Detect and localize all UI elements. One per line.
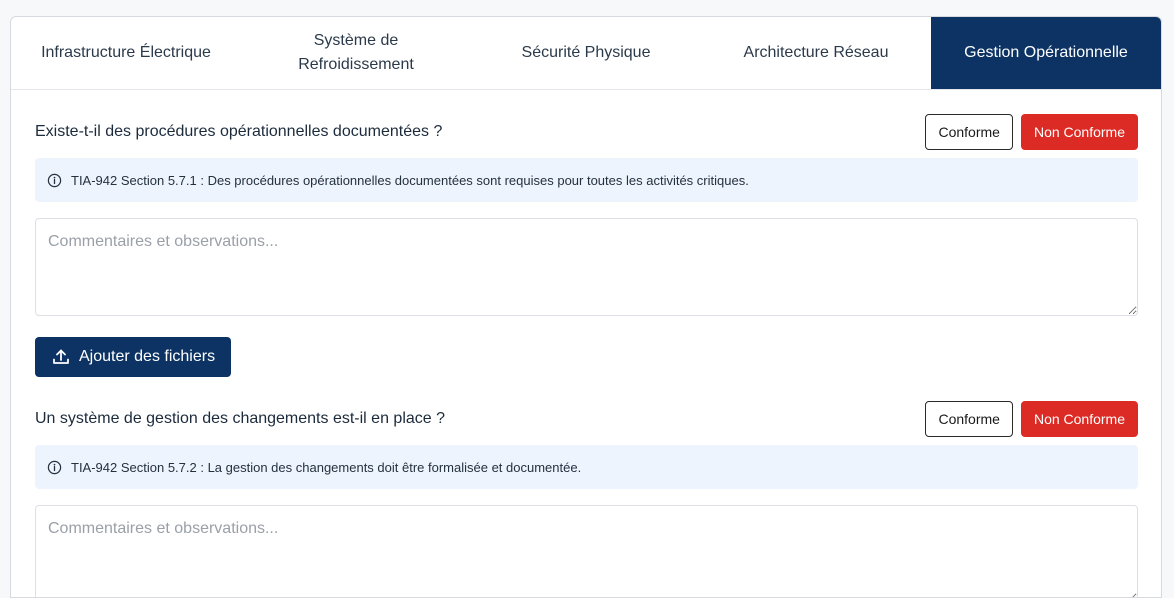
comment-field[interactable] [35,218,1138,316]
tab-content: Existe-t-il des procédures opérationnell… [11,114,1161,597]
add-files-label: Ajouter des fichiers [79,348,216,365]
tab-architecture-reseau[interactable]: Architecture Réseau [701,17,931,89]
comment-field[interactable] [35,505,1138,597]
question-block: Un système de gestion des changements es… [35,401,1138,597]
question-header: Un système de gestion des changements es… [35,401,1138,437]
conforme-button[interactable]: Conforme [925,114,1013,150]
tab-systeme-refroidissement[interactable]: Système de Refroidissement [241,17,471,89]
question-text: Un système de gestion des changements es… [35,410,446,427]
category-tabs: Infrastructure Électrique Système de Ref… [11,17,1161,90]
info-note: TIA-942 Section 5.7.2 : La gestion des c… [35,445,1138,489]
audit-panel: Infrastructure Électrique Système de Ref… [10,16,1162,598]
info-text: TIA-942 Section 5.7.1 : Des procédures o… [71,172,749,188]
question-text: Existe-t-il des procédures opérationnell… [35,123,443,140]
add-files-button[interactable]: Ajouter des fichiers [35,337,232,377]
info-text: TIA-942 Section 5.7.2 : La gestion des c… [71,459,582,475]
info-circle-icon [47,460,62,475]
non-conforme-button[interactable]: Non Conforme [1020,114,1138,150]
info-circle-icon [47,173,62,188]
tab-infrastructure-electrique[interactable]: Infrastructure Électrique [11,17,241,89]
conforme-button[interactable]: Conforme [925,401,1013,437]
info-note: TIA-942 Section 5.7.1 : Des procédures o… [35,158,1138,202]
compliance-buttons: Conforme Non Conforme [925,401,1138,437]
compliance-buttons: Conforme Non Conforme [925,114,1138,150]
question-header: Existe-t-il des procédures opérationnell… [35,114,1138,150]
question-block: Existe-t-il des procédures opérationnell… [35,114,1138,377]
upload-icon [51,347,71,367]
tab-securite-physique[interactable]: Sécurité Physique [471,17,701,89]
tab-gestion-operationnelle[interactable]: Gestion Opérationnelle [931,17,1161,89]
non-conforme-button[interactable]: Non Conforme [1020,401,1138,437]
